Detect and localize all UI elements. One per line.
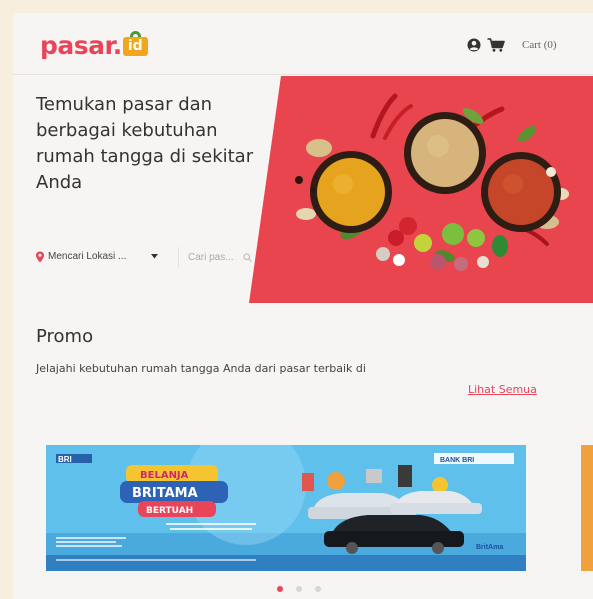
hero-section: Temukan pasar dan berbagai kebutuhan rum… xyxy=(13,76,593,303)
promo-banner-britama[interactable]: BRI BELANJA BRITAMA BERTUAH BANK BRI Bri xyxy=(46,445,526,571)
page-frame: pasar. id Cart (0) Temukan pasar dan ber… xyxy=(13,13,593,599)
banner-headline-mid: BRITAMA xyxy=(132,486,198,501)
cart-link[interactable]: Cart (0) xyxy=(522,38,557,52)
see-all-promo-link[interactable]: Lihat Semua xyxy=(468,383,537,396)
pasar-id-logo[interactable]: pasar. id xyxy=(40,30,148,60)
banner-bri-brand: BRI xyxy=(58,455,72,464)
user-account-icon[interactable] xyxy=(467,38,481,52)
banner-britama-brand: BritAma xyxy=(476,544,503,551)
location-pin-icon xyxy=(36,251,44,263)
carousel-dot-3[interactable] xyxy=(315,586,321,592)
carousel-dot-2[interactable] xyxy=(296,586,302,592)
carousel-dots xyxy=(277,586,321,592)
top-navbar: pasar. id Cart (0) xyxy=(13,13,593,75)
next-promo-banner-peek[interactable] xyxy=(581,445,593,571)
shopping-bag-logo-icon: id xyxy=(122,30,148,56)
banner-bank-bri-brand: BANK BRI xyxy=(440,457,474,464)
cart-icon[interactable] xyxy=(487,38,505,52)
carousel-dot-1[interactable] xyxy=(277,586,283,592)
location-selector[interactable]: Mencari Lokasi ... xyxy=(48,251,126,263)
hero-headline: Temukan pasar dan berbagai kebutuhan rum… xyxy=(36,94,254,193)
caret-down-icon[interactable] xyxy=(151,254,158,259)
banner-headline-top: BELANJA xyxy=(140,470,189,481)
promo-description: Jelajahi kebutuhan rumah tangga Anda dar… xyxy=(36,362,366,375)
logo-wordmark: pasar. xyxy=(40,30,122,60)
banner-headline-bot: BERTUAH xyxy=(146,506,193,516)
promo-heading: Promo xyxy=(36,326,94,347)
search-icon[interactable] xyxy=(243,253,252,262)
